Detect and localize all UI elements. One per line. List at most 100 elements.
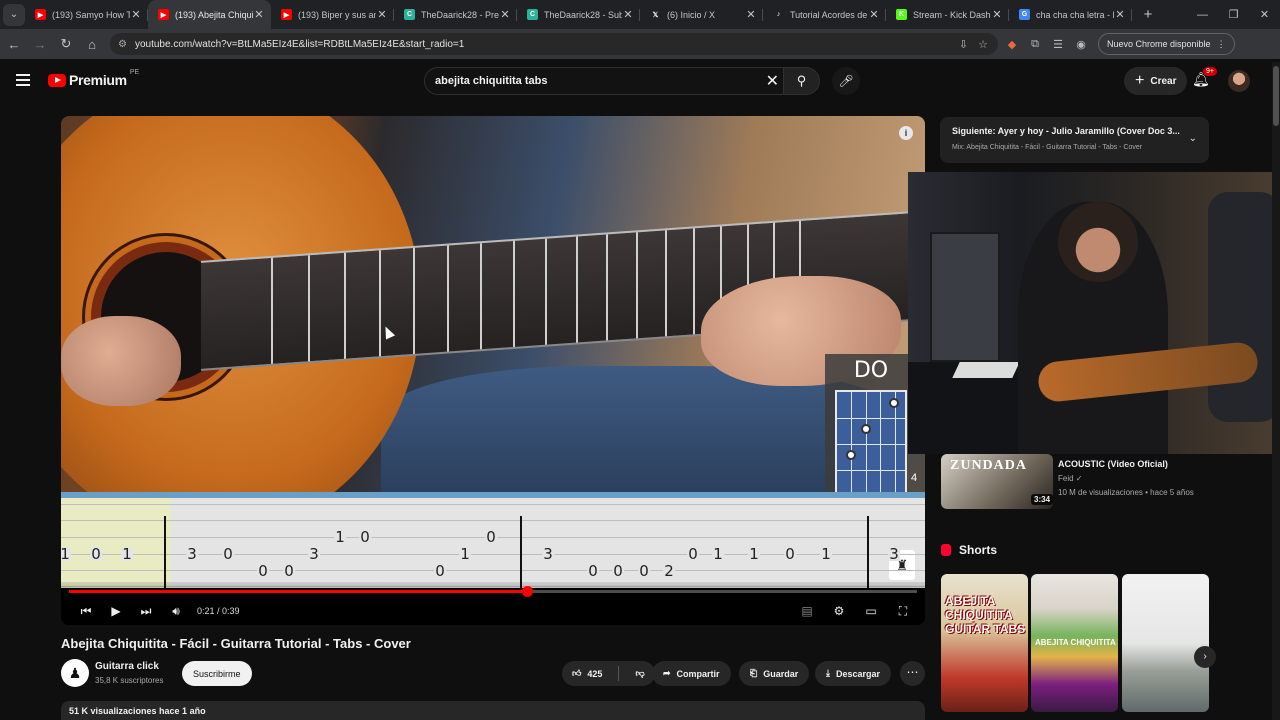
- share-button[interactable]: ➦ Compartir: [652, 661, 731, 686]
- like-button[interactable]: 👍︎ 425: [562, 661, 612, 686]
- voice-search-button[interactable]: 🎤︎: [832, 67, 860, 95]
- restore-button[interactable]: ❐: [1218, 8, 1249, 21]
- account-avatar[interactable]: [1228, 70, 1250, 92]
- progress-bar[interactable]: [69, 586, 917, 597]
- up-next-card[interactable]: Siguiente: Ayer y hoy - Julio Jaramillo …: [940, 117, 1209, 163]
- like-dislike-group: 👍︎ 425 👎︎: [562, 661, 655, 686]
- search-input[interactable]: abejita chiquitita tabs ✕: [424, 67, 784, 95]
- download-button[interactable]: ⤓ Descargar: [815, 661, 892, 686]
- create-label: Crear: [1150, 75, 1177, 87]
- description-box[interactable]: 51 K visualizaciones hace 1 año: [61, 701, 925, 720]
- chrome-update-button[interactable]: Nuevo Chrome disponible ⋮: [1098, 33, 1235, 55]
- volume-icon[interactable]: 🔊︎: [161, 604, 191, 619]
- play-icon[interactable]: ▶: [101, 604, 131, 618]
- dislike-button[interactable]: 👎︎: [625, 661, 654, 686]
- short-card[interactable]: ABEJITA CHIQUITITA GUITAR TABS: [941, 574, 1028, 712]
- bookmark-star-icon[interactable]: ☆: [978, 38, 988, 51]
- video-info-icon[interactable]: i: [899, 126, 913, 140]
- short-card[interactable]: ABEJITA CHIQUITITA: [1031, 574, 1118, 712]
- progress-scrubber[interactable]: [521, 586, 533, 597]
- short-label: ABEJITA CHIQUITITA GUITAR TABS: [945, 594, 1026, 636]
- tab-current-highlight: [61, 498, 171, 588]
- neck-fret: [606, 234, 608, 341]
- tab-favicon-icon: ♪: [773, 9, 784, 20]
- channel-avatar[interactable]: ♟: [61, 659, 89, 687]
- close-tab-icon[interactable]: ✕: [499, 8, 511, 21]
- short-card[interactable]: [1122, 574, 1209, 712]
- video-player[interactable]: i DO 4 ♜ 101300031001030002011013 ⏮ ▶ ⏭ …: [61, 116, 925, 625]
- profile-icon[interactable]: ◉: [1072, 35, 1090, 53]
- youtube-premium-logo[interactable]: Premium PE: [48, 69, 139, 88]
- page-scrollbar[interactable]: [1272, 62, 1280, 720]
- browser-tab[interactable]: C TheDaarick28 - Prev ✕: [394, 0, 517, 29]
- tab-fret-number: 1: [459, 545, 471, 563]
- tab-fret-number: 0: [90, 545, 102, 563]
- reload-button[interactable]: ↻: [54, 36, 78, 52]
- browser-tab[interactable]: K Stream - Kick Dashb ✕: [886, 0, 1009, 29]
- chord-string-line: [851, 392, 853, 492]
- fullscreen-icon[interactable]: ⛶: [887, 604, 919, 619]
- close-tab-icon[interactable]: ✕: [745, 8, 757, 21]
- tab-search-button[interactable]: ⌄: [3, 3, 25, 26]
- extension-icon[interactable]: ◆: [1003, 35, 1021, 53]
- more-actions-icon[interactable]: ⋯: [900, 661, 925, 686]
- site-info-icon[interactable]: ⚙: [118, 39, 127, 50]
- video-scene-jeans: [381, 366, 901, 496]
- extensions-puzzle-icon[interactable]: ⧉: [1026, 35, 1044, 53]
- video-frame[interactable]: i DO 4: [61, 116, 925, 536]
- settings-gear-icon[interactable]: ⚙: [823, 604, 855, 618]
- forward-button[interactable]: →: [28, 37, 52, 52]
- next-icon[interactable]: ⏭: [131, 604, 161, 619]
- browser-tab[interactable]: ♪ Tutorial Acordes de ✕: [763, 0, 886, 29]
- related-channel-name[interactable]: Feid ✓: [1058, 474, 1083, 483]
- back-button[interactable]: ←: [2, 37, 26, 52]
- share-icon: ➦: [663, 668, 671, 678]
- tab-title: (6) Inicio / X: [667, 9, 716, 20]
- tab-fret-number: 3: [542, 545, 554, 563]
- close-tab-icon[interactable]: ✕: [253, 8, 265, 21]
- tab-fret-number: 3: [888, 545, 900, 563]
- minimize-button[interactable]: —: [1187, 9, 1218, 21]
- save-button[interactable]: ⎗ Guardar: [739, 661, 810, 686]
- chord-fret-line: [837, 444, 905, 445]
- views-and-date: 51 K visualizaciones hace 1 año: [69, 706, 206, 716]
- window-controls: — ❐ ✕: [1187, 0, 1280, 29]
- close-tab-icon[interactable]: ✕: [130, 8, 142, 21]
- close-tab-icon[interactable]: ✕: [868, 8, 880, 21]
- close-tab-icon[interactable]: ✕: [622, 8, 634, 21]
- browser-tab[interactable]: Gcha cha cha letra - B ✕: [1009, 0, 1132, 29]
- close-tab-icon[interactable]: ✕: [991, 8, 1003, 21]
- browser-tab[interactable]: ▶ (193) Abejita Chiquit ✕: [148, 0, 271, 29]
- webcam-head: [1058, 202, 1138, 282]
- browser-tab-strip: ⌄ ▶ (193) Samyo How To ✕ ▶ (193) Abejita Chi…: [0, 0, 1280, 29]
- related-thumbnail-text: ZUNDADA: [950, 458, 1027, 473]
- browser-tab[interactable]: ▶ (193) Samyo How To ✕: [25, 0, 148, 29]
- logo-text: Premium: [69, 72, 127, 88]
- home-button[interactable]: ⌂: [80, 37, 104, 52]
- shorts-next-chevron-icon[interactable]: ›: [1194, 646, 1216, 668]
- reading-list-icon[interactable]: ☰: [1049, 35, 1067, 53]
- related-video-title[interactable]: ACOUSTIC (Video Oficial): [1058, 459, 1168, 469]
- browser-tab[interactable]: ▶ (193) Biper y sus ami ✕: [271, 0, 394, 29]
- subtitles-icon[interactable]: ▤: [791, 604, 823, 618]
- close-tab-icon[interactable]: ✕: [1114, 8, 1126, 21]
- subscribe-button[interactable]: Suscribirme: [182, 661, 252, 686]
- chevron-down-icon[interactable]: ⌄: [1189, 133, 1197, 144]
- new-tab-button[interactable]: +: [1138, 6, 1158, 23]
- browser-tab[interactable]: 𝕏 (6) Inicio / X ✕: [640, 0, 763, 29]
- address-bar[interactable]: ⚙ youtube.com/watch?v=BtLMa5EIz4E&list=R…: [110, 33, 998, 55]
- controls-row: ⏮ ▶ ⏭ 🔊︎ 0:21 / 0:39 ▤ ⚙ ▭ ⛶: [61, 600, 925, 622]
- menu-hamburger-icon[interactable]: [16, 74, 30, 86]
- close-window-button[interactable]: ✕: [1249, 8, 1280, 21]
- browser-tab[interactable]: C TheDaarick28 - Sub T✕: [517, 0, 640, 29]
- tab-title: (193) Samyo How To: [52, 9, 130, 20]
- create-button[interactable]: + Crear: [1124, 67, 1188, 95]
- theater-mode-icon[interactable]: ▭: [855, 604, 887, 618]
- clear-search-icon[interactable]: ✕: [766, 71, 779, 91]
- close-tab-icon[interactable]: ✕: [376, 8, 388, 21]
- channel-name[interactable]: Guitarra click: [95, 661, 159, 672]
- install-app-icon[interactable]: ⇩: [959, 38, 968, 51]
- tab-fret-number: 0: [687, 545, 699, 563]
- previous-icon[interactable]: ⏮: [71, 604, 101, 619]
- search-button[interactable]: ⚲: [784, 67, 820, 95]
